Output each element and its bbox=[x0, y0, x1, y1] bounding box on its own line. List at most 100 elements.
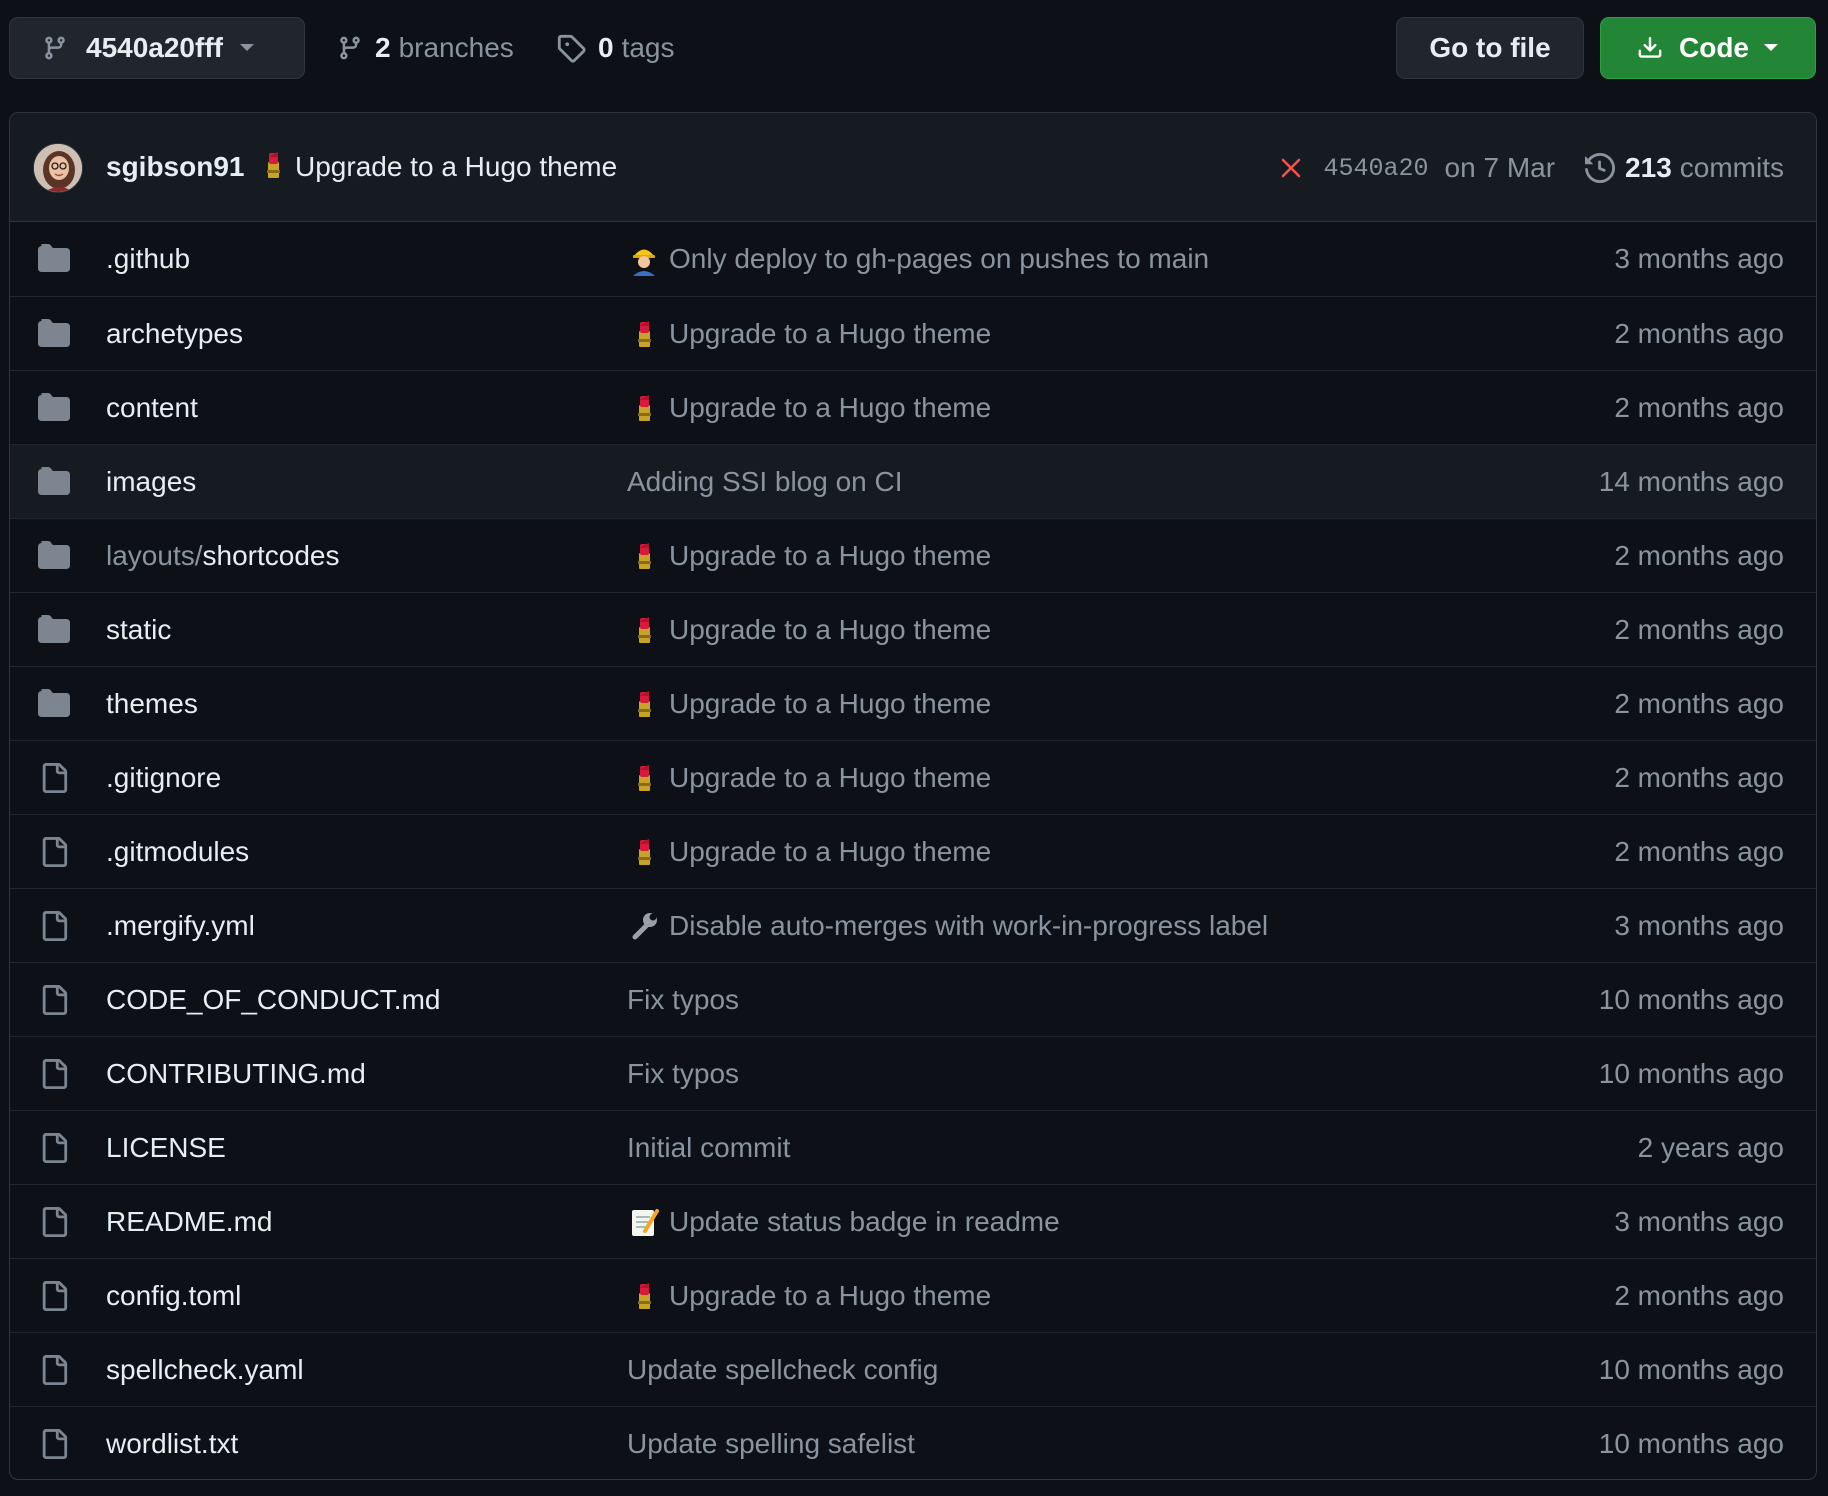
commit-message-link[interactable]: Upgrade to a Hugo theme bbox=[627, 1279, 991, 1313]
commit-message-link[interactable]: Upgrade to a Hugo theme bbox=[627, 835, 991, 869]
file-row[interactable]: CONTRIBUTING.md Fix typos 10 months ago bbox=[10, 1036, 1816, 1110]
commit-sha[interactable]: 4540a20 bbox=[1324, 154, 1429, 183]
file-row[interactable]: .gitignore Upgrade to a Hugo theme 2 month… bbox=[10, 740, 1816, 814]
file-row[interactable]: themes Upgrade to a Hugo theme 2 months ag… bbox=[10, 666, 1816, 740]
commit-message-text: Fix typos bbox=[627, 1057, 740, 1089]
file-row[interactable]: .github Only deploy to gh-pages on pushes… bbox=[10, 222, 1816, 296]
lipstick-icon bbox=[627, 761, 661, 795]
commit-time: 14 months ago bbox=[1598, 465, 1784, 497]
file-name-link[interactable]: config.toml bbox=[106, 1280, 241, 1312]
commit-message-link[interactable]: Initial commit bbox=[627, 1132, 790, 1164]
file-name-link[interactable]: archetypes bbox=[106, 318, 243, 350]
tags-link[interactable]: 0 tags bbox=[556, 17, 675, 79]
file-name-link[interactable]: content bbox=[106, 392, 198, 424]
commit-message[interactable]: Upgrade to a Hugo theme bbox=[295, 151, 617, 183]
commit-message-text: Adding SSI blog on CI bbox=[627, 465, 903, 497]
commit-time: 3 months ago bbox=[1614, 909, 1784, 941]
file-name-link[interactable]: CONTRIBUTING.md bbox=[106, 1058, 366, 1090]
file-name: .gitmodules bbox=[106, 835, 250, 867]
file-row[interactable]: config.toml Upgrade to a Hugo theme 2 mont… bbox=[10, 1258, 1816, 1332]
commit-time: 10 months ago bbox=[1598, 1353, 1784, 1385]
file-name-link[interactable]: .gitmodules bbox=[106, 836, 249, 868]
file-icon bbox=[38, 911, 70, 941]
go-to-file-button[interactable]: Go to file bbox=[1396, 17, 1584, 79]
commit-time: 2 months ago bbox=[1614, 613, 1784, 645]
commit-message-link[interactable]: Upgrade to a Hugo theme bbox=[627, 687, 991, 721]
commit-message-text: Fix typos bbox=[627, 983, 740, 1015]
code-button[interactable]: Code bbox=[1600, 17, 1816, 79]
file-row[interactable]: static Upgrade to a Hugo theme 2 months ag… bbox=[10, 592, 1816, 666]
file-row[interactable]: wordlist.txt Update spelling safelist 10 m… bbox=[10, 1406, 1816, 1479]
commit-message-text: Update spellcheck config bbox=[627, 1353, 939, 1385]
file-name-link[interactable]: images bbox=[106, 466, 196, 498]
file-name-link[interactable]: CODE_OF_CONDUCT.md bbox=[106, 984, 440, 1016]
file-name-link[interactable]: README.md bbox=[106, 1206, 272, 1238]
file-name-link[interactable]: .gitignore bbox=[106, 762, 221, 794]
file-icon bbox=[38, 1281, 70, 1311]
commit-message-link[interactable]: Only deploy to gh-pages on pushes to mai… bbox=[627, 242, 1209, 276]
commit-message-text: Upgrade to a Hugo theme bbox=[669, 687, 992, 719]
file-name-link[interactable]: wordlist.txt bbox=[106, 1428, 238, 1460]
file-row[interactable]: README.md Update status badge in readme 3 … bbox=[10, 1184, 1816, 1258]
commit-message-text: Upgrade to a Hugo theme bbox=[669, 835, 992, 867]
file-row[interactable]: content Upgrade to a Hugo theme 2 months a… bbox=[10, 370, 1816, 444]
commit-message-link[interactable]: Fix typos bbox=[627, 984, 739, 1016]
file-name-link[interactable]: themes bbox=[106, 688, 198, 720]
commits-history-link[interactable]: 213 commits bbox=[1585, 152, 1784, 184]
file-name-link[interactable]: LICENSE bbox=[106, 1132, 226, 1164]
commit-message-text: Upgrade to a Hugo theme bbox=[669, 391, 992, 423]
commit-message-link[interactable]: Upgrade to a Hugo theme bbox=[627, 391, 991, 425]
branch-selector-button[interactable]: 4540a20fff bbox=[9, 17, 305, 79]
commit-message-link[interactable]: Update spelling safelist bbox=[627, 1428, 915, 1460]
commit-time: 2 months ago bbox=[1614, 539, 1784, 571]
file-row[interactable]: .gitmodules Upgrade to a Hugo theme 2 mont… bbox=[10, 814, 1816, 888]
file-name-link[interactable]: spellcheck.yaml bbox=[106, 1354, 304, 1386]
commit-message-link[interactable]: Fix typos bbox=[627, 1058, 739, 1090]
commit-message-text: Only deploy to gh-pages on pushes to mai… bbox=[669, 243, 1210, 274]
folder-icon bbox=[38, 541, 70, 571]
file-row[interactable]: spellcheck.yaml Update spellcheck config 1… bbox=[10, 1332, 1816, 1406]
file-row[interactable]: LICENSE Initial commit 2 years ago bbox=[10, 1110, 1816, 1184]
lipstick-icon bbox=[256, 148, 290, 187]
file-icon bbox=[38, 1207, 70, 1237]
commit-message-link[interactable]: Update status badge in readme bbox=[627, 1205, 1060, 1239]
file-name-link[interactable]: .github bbox=[106, 243, 190, 275]
file-icon bbox=[38, 985, 70, 1015]
commit-meta: 4540a20 on 7 Mar 213 commits bbox=[1280, 143, 1784, 193]
branch-name: 4540a20fff bbox=[86, 32, 223, 63]
file-name-link[interactable]: layouts/shortcodes bbox=[106, 540, 339, 572]
repo-toolbar: 4540a20fff 2 branches 0 tags Go to file … bbox=[0, 0, 1828, 96]
commit-message-link[interactable]: Upgrade to a Hugo theme bbox=[627, 317, 991, 351]
lipstick-icon bbox=[627, 539, 661, 573]
commit-time: 2 months ago bbox=[1614, 1279, 1784, 1311]
file-row[interactable]: .mergify.yml Disable auto-merges with wor… bbox=[10, 888, 1816, 962]
commit-message-link[interactable]: Disable auto-merges with work-in-progres… bbox=[627, 909, 1268, 943]
lipstick-icon bbox=[627, 835, 661, 869]
commit-message-text: Disable auto-merges with work-in-progres… bbox=[669, 909, 1269, 941]
commit-message-link[interactable]: Upgrade to a Hugo theme bbox=[627, 613, 991, 647]
lipstick-icon bbox=[627, 317, 661, 351]
file-name-link[interactable]: .mergify.yml bbox=[106, 910, 255, 942]
commit-message-link[interactable]: Upgrade to a Hugo theme bbox=[627, 539, 991, 573]
file-name: wordlist.txt bbox=[106, 1427, 239, 1459]
commit-message-link[interactable]: Adding SSI blog on CI bbox=[627, 466, 903, 498]
tags-label: tags bbox=[621, 32, 675, 63]
file-row[interactable]: images Adding SSI blog on CI 14 months ago bbox=[10, 444, 1816, 518]
file-name: config.toml bbox=[106, 1279, 242, 1311]
avatar[interactable] bbox=[33, 143, 83, 193]
commit-author[interactable]: sgibson91 bbox=[106, 151, 244, 183]
lipstick-icon bbox=[627, 613, 661, 647]
file-name: static bbox=[106, 613, 172, 645]
x-fail-icon[interactable] bbox=[1280, 157, 1302, 179]
commit-message-text: Update status badge in readme bbox=[669, 1205, 1060, 1237]
commit-time: 2 months ago bbox=[1614, 317, 1784, 349]
file-row[interactable]: CODE_OF_CONDUCT.md Fix typos 10 months ago bbox=[10, 962, 1816, 1036]
file-name-link[interactable]: static bbox=[106, 614, 171, 646]
commit-message-text: Upgrade to a Hugo theme bbox=[669, 761, 992, 793]
file-row[interactable]: archetypes Upgrade to a Hugo theme 2 month… bbox=[10, 296, 1816, 370]
branches-link[interactable]: 2 branches bbox=[337, 17, 514, 79]
caret-down-icon bbox=[1764, 44, 1778, 51]
file-row[interactable]: layouts/shortcodes Upgrade to a Hugo them… bbox=[10, 518, 1816, 592]
commit-message-link[interactable]: Upgrade to a Hugo theme bbox=[627, 761, 991, 795]
commit-message-link[interactable]: Update spellcheck config bbox=[627, 1354, 938, 1386]
